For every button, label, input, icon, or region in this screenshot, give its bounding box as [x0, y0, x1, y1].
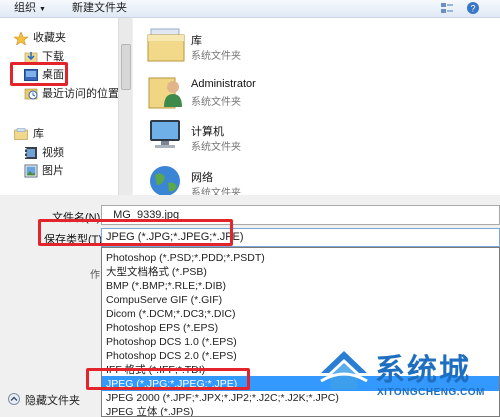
dropdown-option[interactable]: BMP (*.BMP;*.RLE;*.DIB)	[106, 279, 226, 293]
annotation-box-jpeg	[86, 368, 250, 390]
item-name: 计算机	[191, 126, 224, 138]
watermark-url: XITONGCHENG.COM	[377, 387, 485, 398]
side-label: 作	[90, 270, 100, 281]
new-folder-button[interactable]: 新建文件夹	[72, 1, 127, 15]
dropdown-option[interactable]: Photoshop EPS (*.EPS)	[106, 321, 218, 335]
dropdown-option[interactable]: Photoshop DCS 2.0 (*.EPS)	[106, 349, 237, 363]
item-type: 系统文件夹	[191, 142, 241, 153]
network-globe-icon	[150, 166, 180, 195]
hide-folders-label: 隐藏文件夹	[25, 395, 80, 407]
help-icon[interactable]: ?	[466, 1, 480, 15]
computer-icon	[150, 120, 180, 148]
video-icon	[25, 147, 37, 159]
list-item[interactable]: 网络 系统文件夹	[145, 163, 445, 195]
dropdown-option[interactable]: 大型文档格式 (*.PSB)	[106, 265, 207, 279]
item-type: 系统文件夹	[191, 188, 241, 195]
item-type: 系统文件夹	[191, 97, 241, 108]
svg-text:?: ?	[470, 4, 475, 14]
list-item[interactable]: Administrator 系统文件夹	[145, 72, 445, 116]
nav-videos-label: 视频	[42, 147, 64, 159]
star-icon	[14, 32, 28, 45]
command-toolbar: 组织 ▼ 新建文件夹 ?	[0, 0, 500, 18]
brand-logo-icon	[320, 351, 368, 389]
nav-libraries-label: 库	[33, 128, 44, 140]
watermark-brand: 系统城	[375, 353, 471, 388]
watermark: 系统城 XITONGCHENG.COM	[313, 337, 500, 417]
dropdown-option[interactable]: CompuServe GIF (*.GIF)	[106, 293, 222, 307]
item-type: 系统文件夹	[191, 51, 241, 62]
dropdown-option[interactable]: Photoshop DCS 1.0 (*.EPS)	[106, 335, 237, 349]
item-name: 库	[191, 35, 202, 47]
list-item[interactable]: 库 系统文件夹	[145, 26, 445, 70]
annotation-box-save-type	[38, 219, 233, 246]
nav-scrollbar-thumb[interactable]	[121, 44, 131, 90]
organize-menu[interactable]: 组织 ▼	[14, 1, 46, 17]
nav-favorites-label: 收藏夹	[33, 32, 66, 44]
library-folder-icon	[147, 28, 185, 62]
dropdown-option[interactable]: Dicom (*.DCM;*.DC3;*.DIC)	[106, 307, 236, 321]
item-name: Administrator	[191, 78, 256, 90]
picture-icon	[24, 164, 38, 178]
file-list: 库 系统文件夹 Administrator 系统文件夹 计算机 系统文件夹 网络…	[133, 18, 500, 195]
dropdown-option[interactable]: Photoshop (*.PSD;*.PDD;*.PSDT)	[106, 251, 265, 265]
item-name: 网络	[191, 172, 213, 184]
user-folder-icon	[148, 77, 182, 109]
chevron-up-circle-icon	[8, 393, 20, 405]
recent-places-icon	[24, 88, 38, 100]
library-icon	[14, 128, 28, 140]
view-options-icon[interactable]	[440, 1, 454, 15]
nav-pictures-label: 图片	[42, 165, 64, 177]
navigation-pane: 收藏夹 下载 桌面 最近访问的位置 库 视频 图片 文档	[0, 18, 119, 195]
dropdown-option[interactable]: JPEG 立体 (*.JPS)	[106, 405, 194, 416]
nav-recent-label: 最近访问的位置	[42, 88, 119, 100]
list-item[interactable]: 计算机 系统文件夹	[145, 117, 445, 161]
organize-label: 组织	[14, 2, 36, 14]
dropdown-option[interactable]: JPEG 2000 (*.JPF;*.JPX;*.JP2;*.J2C;*.J2K…	[106, 391, 339, 405]
chevron-down-icon: ▼	[39, 6, 46, 13]
nav-scrollbar[interactable]	[118, 18, 132, 195]
annotation-box-desktop	[10, 62, 68, 86]
